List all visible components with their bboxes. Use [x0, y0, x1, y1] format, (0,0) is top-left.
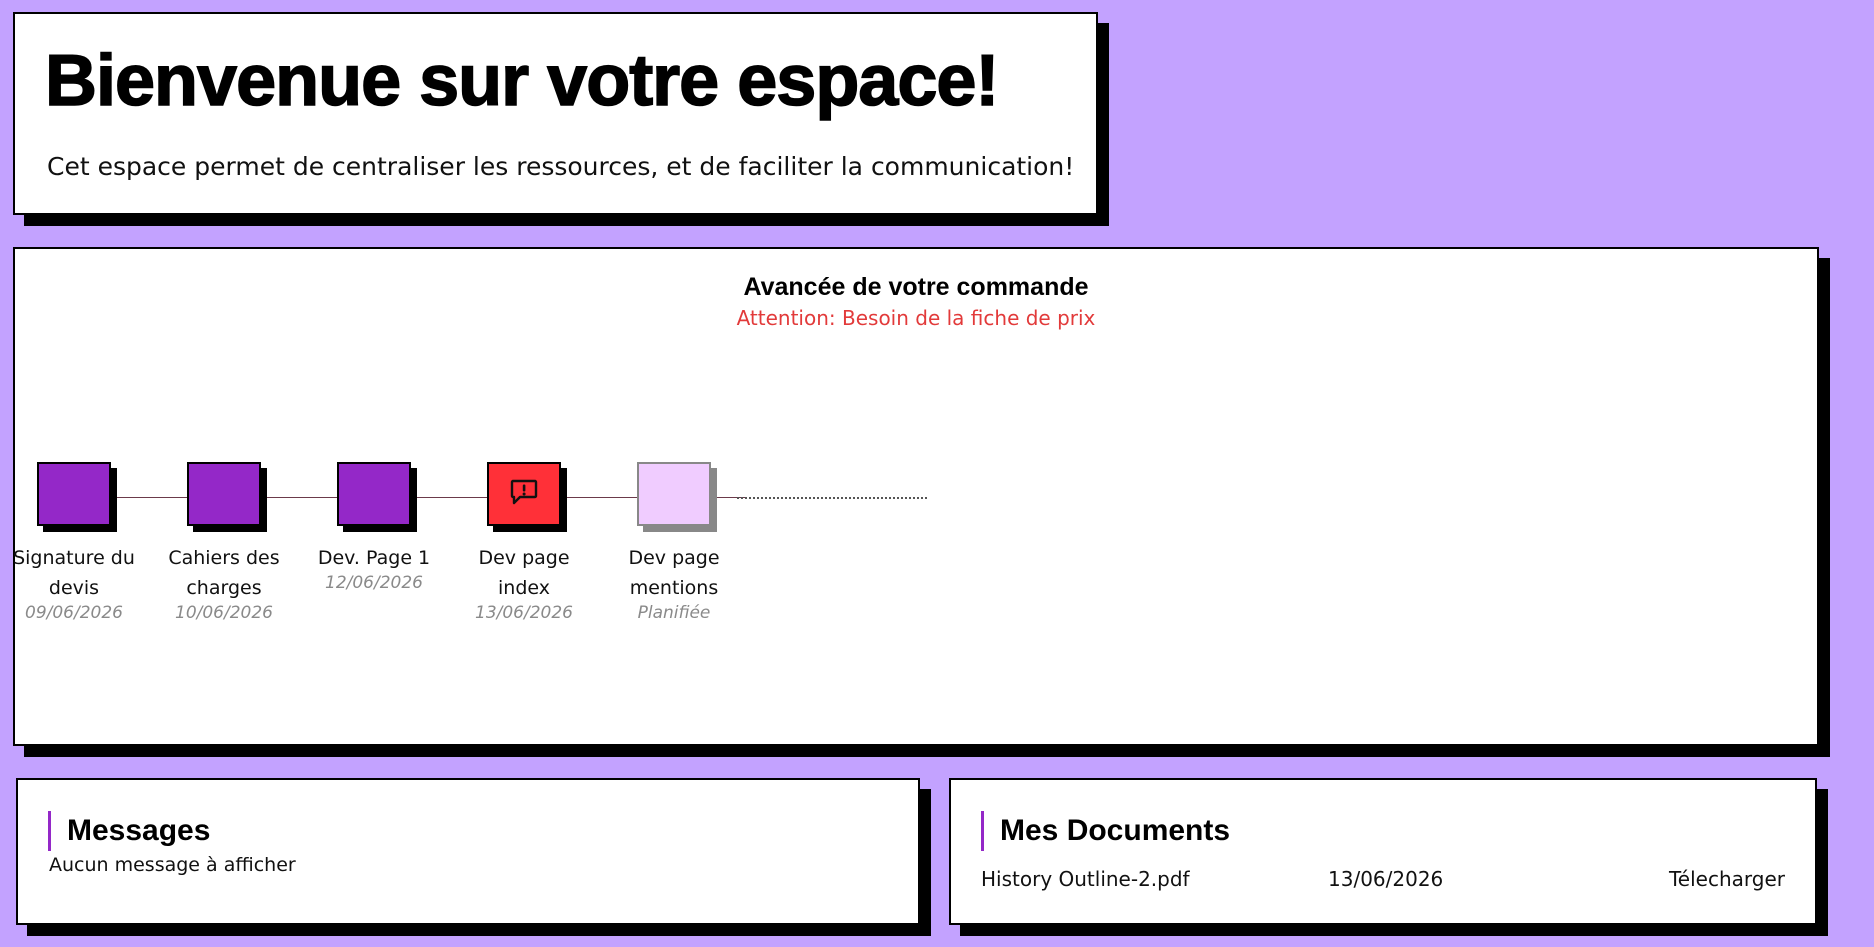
- step-date: 10/06/2026: [175, 603, 273, 623]
- step-label: Signature du devis: [13, 547, 135, 599]
- messages-card: Messages Aucun message à afficher: [16, 778, 920, 925]
- step-status-box: [187, 462, 261, 526]
- step-status-box: [487, 462, 561, 526]
- timeline-pending-connector: [737, 497, 927, 499]
- step-label: Cahiers des charges: [168, 547, 280, 599]
- step-date: Planifiée: [637, 603, 711, 623]
- step-date: 13/06/2026: [475, 603, 573, 623]
- order-progress-card: Avancée de votre commande Attention: Bes…: [13, 247, 1819, 746]
- step-dev-page-1[interactable]: Dev. Page 1 12/06/2026: [299, 462, 449, 593]
- step-label: Dev. Page 1: [317, 547, 431, 569]
- document-date: 13/06/2026: [1328, 867, 1444, 891]
- messages-empty-text: Aucun message à afficher: [49, 854, 296, 876]
- step-date: 09/06/2026: [25, 603, 123, 623]
- alert-message-icon: [509, 478, 539, 510]
- progress-timeline: Signature du devis 09/06/2026 Cahiers de…: [13, 249, 1817, 744]
- step-status-box: [37, 462, 111, 526]
- step-status-box: [337, 462, 411, 526]
- step-dev-page-mentions[interactable]: Dev page mentions Planifiée: [599, 462, 749, 623]
- document-row: History Outline-2.pdf 13/06/2026 Télecha…: [981, 867, 1785, 891]
- documents-title: Mes Documents: [981, 811, 1230, 851]
- step-label: Dev page index: [478, 547, 570, 599]
- step-cahiers-des-charges[interactable]: Cahiers des charges 10/06/2026: [149, 462, 299, 623]
- document-name: History Outline-2.pdf: [981, 867, 1190, 891]
- step-dev-page-index[interactable]: Dev page index 13/06/2026: [449, 462, 599, 623]
- messages-title: Messages: [48, 811, 210, 851]
- documents-card: Mes Documents History Outline-2.pdf 13/0…: [949, 778, 1817, 925]
- welcome-card: Bienvenue sur votre espace! Cet espace p…: [13, 12, 1098, 215]
- page-title: Bienvenue sur votre espace!: [44, 40, 1000, 121]
- step-signature-devis[interactable]: Signature du devis 09/06/2026: [0, 462, 149, 623]
- step-status-box: [637, 462, 711, 526]
- welcome-subtitle: Cet espace permet de centraliser les res…: [47, 152, 1075, 181]
- step-date: 12/06/2026: [325, 573, 423, 593]
- download-link[interactable]: Télecharger: [1669, 867, 1785, 891]
- step-label: Dev page mentions: [628, 547, 720, 599]
